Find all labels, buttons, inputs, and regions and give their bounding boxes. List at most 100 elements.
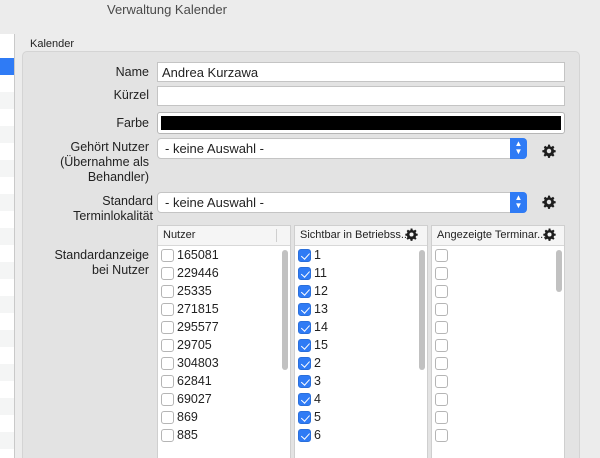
gehoert-nutzer-select[interactable]: - keine Auswahl - ▲ ▼ [157, 138, 527, 159]
checkbox-checked[interactable] [298, 411, 311, 424]
table-row[interactable]: 5 [295, 408, 427, 426]
table-row[interactable]: 62841 [158, 372, 290, 390]
sidebar-row[interactable] [0, 398, 14, 415]
kuerzel-field[interactable] [157, 86, 565, 106]
sidebar-selected-row[interactable] [0, 58, 14, 75]
checkbox[interactable] [161, 393, 174, 406]
table-row[interactable]: 29705 [158, 336, 290, 354]
sichtbar-scrollbar[interactable] [419, 250, 425, 370]
checkbox[interactable] [435, 285, 448, 298]
checkbox[interactable] [161, 339, 174, 352]
table-row[interactable] [432, 390, 564, 408]
checkbox[interactable] [161, 321, 174, 334]
table-row[interactable] [432, 300, 564, 318]
checkbox[interactable] [161, 267, 174, 280]
sidebar-row[interactable] [0, 160, 14, 177]
gear-icon[interactable] [542, 195, 556, 209]
checkbox[interactable] [161, 429, 174, 442]
sidebar-row[interactable] [0, 92, 14, 109]
table-row[interactable]: 2 [295, 354, 427, 372]
table-row[interactable]: 14 [295, 318, 427, 336]
table-row[interactable]: 165081 [158, 246, 290, 264]
angezeigte-rows [432, 246, 564, 458]
checkbox[interactable] [161, 303, 174, 316]
checkbox[interactable] [161, 357, 174, 370]
sidebar-list[interactable] [0, 34, 15, 458]
table-row[interactable]: 3 [295, 372, 427, 390]
table-row[interactable]: 13 [295, 300, 427, 318]
row-label: 11 [314, 266, 327, 280]
checkbox[interactable] [435, 393, 448, 406]
name-field[interactable]: Andrea Kurzawa [157, 62, 565, 82]
checkbox-checked[interactable] [298, 357, 311, 370]
checkbox-checked[interactable] [298, 429, 311, 442]
sidebar-row[interactable] [0, 432, 14, 449]
table-row[interactable]: 229446 [158, 264, 290, 282]
gear-icon[interactable] [542, 144, 556, 158]
checkbox-checked[interactable] [298, 393, 311, 406]
checkbox-checked[interactable] [298, 249, 311, 262]
table-row[interactable]: 12 [295, 282, 427, 300]
row-label: 6 [314, 428, 321, 442]
checkbox[interactable] [435, 249, 448, 262]
table-row[interactable]: 69027 [158, 390, 290, 408]
sichtbar-table[interactable]: Sichtbar in Betriebss... 1 11 12 13 14 15 2 3 4 5… [294, 225, 428, 458]
checkbox[interactable] [435, 267, 448, 280]
table-row[interactable] [432, 372, 564, 390]
checkbox-checked[interactable] [298, 375, 311, 388]
sidebar-row[interactable] [0, 364, 14, 381]
sidebar-row[interactable] [0, 296, 14, 313]
farbe-color-well[interactable] [157, 112, 565, 134]
checkbox-checked[interactable] [298, 339, 311, 352]
table-row[interactable] [432, 318, 564, 336]
table-row[interactable] [432, 336, 564, 354]
table-row[interactable] [432, 282, 564, 300]
table-row[interactable]: 6 [295, 426, 427, 444]
angezeigte-scrollbar[interactable] [556, 250, 562, 292]
checkbox[interactable] [161, 411, 174, 424]
standard-terminlokalitaet-select[interactable]: - keine Auswahl - ▲ ▼ [157, 192, 527, 213]
sidebar-row[interactable] [0, 194, 14, 211]
table-row[interactable]: 1 [295, 246, 427, 264]
nutzer-scrollbar[interactable] [282, 250, 288, 370]
sidebar-row[interactable] [0, 262, 14, 279]
table-row[interactable]: 25335 [158, 282, 290, 300]
table-row[interactable] [432, 408, 564, 426]
table-row[interactable]: 304803 [158, 354, 290, 372]
table-row[interactable]: 869 [158, 408, 290, 426]
checkbox[interactable] [435, 411, 448, 424]
checkbox-checked[interactable] [298, 285, 311, 298]
angezeigte-table[interactable]: Angezeigte Terminar... [431, 225, 565, 458]
gear-icon[interactable] [405, 228, 418, 241]
sidebar-row[interactable] [0, 330, 14, 347]
checkbox[interactable] [435, 303, 448, 316]
table-row[interactable]: 15 [295, 336, 427, 354]
checkbox[interactable] [161, 285, 174, 298]
checkbox[interactable] [435, 339, 448, 352]
gehoert-label-line-1: Gehört Nutzer [70, 140, 149, 154]
checkbox[interactable] [161, 375, 174, 388]
sidebar-row[interactable] [0, 228, 14, 245]
sidebar-row[interactable] [0, 126, 14, 143]
checkbox[interactable] [435, 357, 448, 370]
checkbox[interactable] [435, 429, 448, 442]
checkbox[interactable] [435, 321, 448, 334]
table-row[interactable] [432, 354, 564, 372]
table-row[interactable]: 271815 [158, 300, 290, 318]
checkbox[interactable] [435, 375, 448, 388]
checkbox[interactable] [161, 249, 174, 262]
checkbox-checked[interactable] [298, 321, 311, 334]
nutzer-table-header[interactable]: Nutzer [158, 226, 290, 246]
table-row[interactable]: 885 [158, 426, 290, 444]
gear-icon[interactable] [543, 228, 556, 241]
table-row[interactable] [432, 426, 564, 444]
table-row[interactable]: 4 [295, 390, 427, 408]
checkbox-checked[interactable] [298, 303, 311, 316]
gehoert-nutzer-label: Gehört Nutzer (Übernahme als Behandler) [40, 140, 149, 185]
table-row[interactable] [432, 264, 564, 282]
nutzer-table[interactable]: Nutzer 165081 229446 25335 271815 295577 2970… [157, 225, 291, 458]
checkbox-checked[interactable] [298, 267, 311, 280]
table-row[interactable] [432, 246, 564, 264]
table-row[interactable]: 295577 [158, 318, 290, 336]
table-row[interactable]: 11 [295, 264, 427, 282]
